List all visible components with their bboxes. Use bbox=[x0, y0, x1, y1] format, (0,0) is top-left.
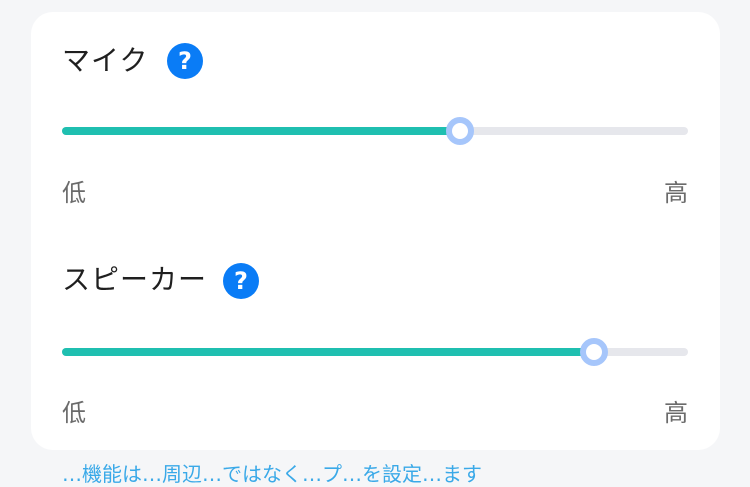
speaker-title: スピーカー bbox=[62, 263, 208, 296]
speaker-help-icon[interactable]: ? bbox=[223, 263, 259, 299]
audio-settings-card bbox=[31, 12, 720, 450]
mic-help-icon[interactable]: ? bbox=[167, 43, 203, 79]
mic-slider-thumb[interactable] bbox=[446, 117, 475, 145]
speaker-low-label: 低 bbox=[62, 399, 86, 427]
mic-low-label: 低 bbox=[62, 179, 86, 207]
mic-slider-fill bbox=[62, 127, 461, 135]
mic-volume-slider[interactable] bbox=[62, 117, 688, 145]
mic-high-label: 高 bbox=[664, 179, 688, 207]
speaker-high-label: 高 bbox=[664, 399, 688, 427]
speaker-slider-thumb[interactable] bbox=[580, 338, 609, 366]
footer-hint-link[interactable]: …機能は…周辺…ではなく…プ…を設定…ます bbox=[62, 458, 482, 487]
speaker-slider-fill bbox=[62, 348, 595, 356]
mic-title: マイク bbox=[62, 44, 149, 77]
speaker-volume-slider[interactable] bbox=[62, 338, 688, 366]
